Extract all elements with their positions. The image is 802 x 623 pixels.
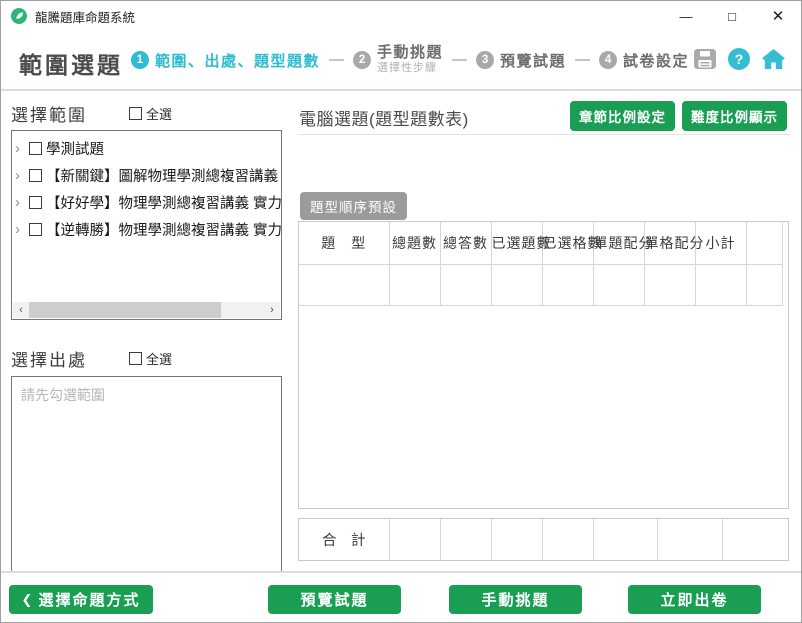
preview-questions-label: 預覽試題 [300,589,368,610]
scrollbar-thumb[interactable] [29,302,221,318]
step-4-paper-settings[interactable]: 4 試卷設定 [599,50,689,71]
app-logo-icon [11,8,27,24]
tree-item-label[interactable]: 【新關鍵】圖解物理學測總複習講義 實力 [46,165,281,186]
step-3-number: 3 [476,51,494,69]
table-row [299,265,782,306]
step-2-number: 2 [353,51,371,69]
manual-pick-button[interactable]: 手動挑題 [449,585,582,614]
chevron-left-icon: ❮ [22,592,33,608]
divider [298,134,789,135]
tree-item-checkbox[interactable] [29,169,42,182]
source-select-all-label: 全選 [146,349,172,368]
totals-row: 合 計 [298,518,789,561]
col-extra [746,222,782,265]
window-title: 龍騰題庫命題系統 [35,7,135,26]
tree-item[interactable]: › 【新關鍵】圖解物理學測總複習講義 實力 [12,162,281,189]
col-score-per-question: 單題配分 [593,222,644,265]
chevron-right-icon[interactable]: › [15,168,28,183]
header-icons: ? [693,48,786,70]
col-selected-cells: 已選格數 [542,222,593,265]
back-to-method-button[interactable]: ❮ 選擇命題方式 [9,585,153,614]
tree-item-label[interactable]: 【逆轉勝】物理學測總複習講義 實力評量 [46,219,281,240]
manual-pick-label: 手動挑題 [481,589,549,610]
source-section-header: 選擇出處 全選 [11,346,284,370]
tree-item[interactable]: › 【逆轉勝】物理學測總複習講義 實力評量 [12,216,281,243]
range-tree: › 學測試題 › 【新關鍵】圖解物理學測總複習講義 實力 › 【好好學】物理學測… [11,130,282,320]
step-1-label: 範圍、出處、題型題數 [155,50,320,71]
chevron-right-icon[interactable]: › [15,222,28,237]
step-2-label: 手動挑題 [377,44,443,62]
page-title: 範圍選題 [19,46,123,80]
tree-item-checkbox[interactable] [29,196,42,209]
generate-paper-label: 立即出卷 [660,589,728,610]
question-type-order-badge[interactable]: 題型順序預設 [300,192,407,220]
help-icon[interactable]: ? [728,48,750,70]
range-section-header: 選擇範圍 全選 [11,101,284,125]
col-score-per-cell: 單格配分 [644,222,695,265]
left-panel: 選擇範圍 全選 › 學測試題 › 【新關鍵】圖解物理學測總複習講義 實力 [11,101,284,574]
footer-bar: ❮ 選擇命題方式 預覽試題 手動挑題 立即出卷 [1,571,801,622]
step-2-manual-pick[interactable]: 2 手動挑題 選擇性步驟 [353,44,443,75]
chevron-right-icon[interactable]: › [15,195,28,210]
home-icon[interactable] [761,48,786,70]
tree-item[interactable]: › 【好好學】物理學測總複習講義 實力評量 [12,189,281,216]
step-connector [575,59,590,61]
save-icon[interactable] [693,48,717,70]
minimize-button[interactable]: — [663,1,709,31]
window-controls: — □ ✕ [663,1,801,31]
title-bar: 龍騰題庫命題系統 — □ ✕ [1,1,801,31]
col-total-questions: 總題數 [389,222,440,265]
step-indicator: 1 範圍、出處、題型題數 2 手動挑題 選擇性步驟 3 預覽試題 4 試卷設定 [131,31,689,89]
right-panel: 電腦選題(題型題數表) 章節比例設定 難度比例顯示 題型順序預設 題 型 總題數… [298,97,789,567]
difficulty-ratio-button[interactable]: 難度比例顯示 [682,101,787,131]
close-button[interactable]: ✕ [755,1,801,31]
scroll-left-icon[interactable]: ‹ [13,302,29,318]
generate-paper-button[interactable]: 立即出卷 [628,585,761,614]
step-1-number: 1 [131,51,149,69]
step-connector [452,59,467,61]
source-select-all-checkbox[interactable] [129,352,142,365]
col-selected-questions: 已選題數 [491,222,542,265]
totals-label: 合 計 [299,519,389,560]
step-connector [329,59,344,61]
step-4-label: 試卷設定 [623,50,689,71]
source-list: 請先勾選範圍 [11,376,282,574]
horizontal-scrollbar[interactable]: ‹ › [13,302,280,318]
chapter-ratio-button[interactable]: 章節比例設定 [570,101,675,131]
step-4-number: 4 [599,51,617,69]
tree-item-label[interactable]: 學測試題 [46,138,104,159]
tree-item-label[interactable]: 【好好學】物理學測總複習講義 實力評量 [46,192,281,213]
tree-item-checkbox[interactable] [29,223,42,236]
table-header-row: 題 型 總題數 總答數 已選題數 已選格數 單題配分 單格配分 小計 [299,222,782,265]
source-placeholder: 請先勾選範圍 [21,387,105,403]
tree-item[interactable]: › 學測試題 [12,135,281,162]
computer-selection-title: 電腦選題(題型題數表) [299,105,469,130]
back-to-method-label: 選擇命題方式 [38,589,140,610]
preview-questions-button[interactable]: 預覽試題 [268,585,401,614]
source-select-all[interactable]: 全選 [129,349,172,368]
step-1-range[interactable]: 1 範圍、出處、題型題數 [131,50,320,71]
maximize-button[interactable]: □ [709,1,755,31]
tree-item-checkbox[interactable] [29,142,42,155]
chevron-right-icon[interactable]: › [15,141,28,156]
col-total-answers: 總答數 [440,222,491,265]
step-3-label: 預覽試題 [500,50,566,71]
question-type-table: 題 型 總題數 總答數 已選題數 已選格數 單題配分 單格配分 小計 [298,221,789,509]
step-2-sublabel: 選擇性步驟 [377,62,443,75]
ratio-buttons: 章節比例設定 難度比例顯示 [570,101,787,131]
step-3-preview[interactable]: 3 預覽試題 [476,50,566,71]
source-section-title: 選擇出處 [11,346,87,371]
range-select-all-checkbox[interactable] [129,107,142,120]
app-window: 龍騰題庫命題系統 — □ ✕ 範圍選題 1 範圍、出處、題型題數 2 手動挑題 … [0,0,802,623]
col-question-type: 題 型 [299,222,389,265]
scroll-right-icon[interactable]: › [264,302,280,318]
range-section-title: 選擇範圍 [11,101,87,126]
header: 範圍選題 1 範圍、出處、題型題數 2 手動挑題 選擇性步驟 3 預覽試題 [1,31,801,91]
range-select-all[interactable]: 全選 [129,104,172,123]
range-select-all-label: 全選 [146,104,172,123]
